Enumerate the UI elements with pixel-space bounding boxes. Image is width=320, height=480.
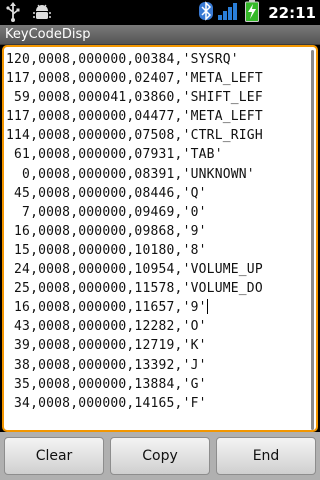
status-clock: 22:11: [268, 3, 316, 22]
end-button[interactable]: End: [216, 437, 316, 475]
log-line: 114,0008,000000,07508,'CTRL_RIGH: [6, 128, 263, 144]
log-line: 117,0008,000000,02407,'META_LEFT: [6, 71, 263, 87]
app-title: KeyCodeDisp: [5, 27, 91, 42]
log-line: 24,0008,000000,10954,'VOLUME_UP: [6, 262, 263, 278]
status-bar: 22:11: [0, 0, 320, 25]
log-line: 59,0008,000041,03860,'SHIFT_LEF: [6, 90, 263, 106]
bluetooth-icon: [199, 0, 214, 25]
title-bar: KeyCodeDisp: [0, 25, 320, 45]
log-line: 7,0008,000000,09469,'0': [6, 204, 207, 220]
log-line: 25,0008,000000,11578,'VOLUME_DO: [6, 281, 263, 297]
log-line: 16,0008,000000,11657,'9': [6, 299, 208, 316]
battery-charging-icon: [245, 0, 260, 26]
log-line: 120,0008,000000,00384,'SYSRQ': [6, 52, 239, 67]
log-line: 15,0008,000000,10180,'8': [6, 242, 207, 258]
log-line: 45,0008,000000,08446,'Q': [6, 185, 207, 201]
copy-button[interactable]: Copy: [110, 437, 210, 475]
log-line: 117,0008,000000,04477,'META_LEFT: [6, 109, 263, 125]
log-line: 38,0008,000000,13392,'J': [6, 357, 207, 373]
clear-button[interactable]: Clear: [4, 437, 104, 475]
android-debug-icon: [32, 2, 52, 26]
log-line: 0,0008,000000,08391,'UNKNOWN': [6, 166, 255, 182]
key-log-textarea[interactable]: 120,0008,000000,00384,'SYSRQ' 117,0008,00…: [2, 45, 318, 432]
button-bar: Clear Copy End: [0, 432, 320, 480]
log-line: 16,0008,000000,09868,'9': [6, 223, 207, 239]
log-line: 34,0008,000000,14165,'F': [6, 395, 207, 411]
log-line: 43,0008,000000,12282,'O': [6, 319, 207, 335]
log-line: 39,0008,000000,12719,'K': [6, 338, 207, 354]
log-line: 61,0008,000000,07931,'TAB': [6, 147, 223, 163]
text-cursor: [206, 299, 208, 315]
log-line: 35,0008,000000,13884,'G': [6, 376, 207, 392]
scrollbar[interactable]: [311, 50, 314, 430]
signal-icon: [218, 1, 240, 25]
usb-icon: [6, 2, 20, 26]
log-lines: 120,0008,000000,00384,'SYSRQ' 117,0008,00…: [4, 50, 316, 413]
